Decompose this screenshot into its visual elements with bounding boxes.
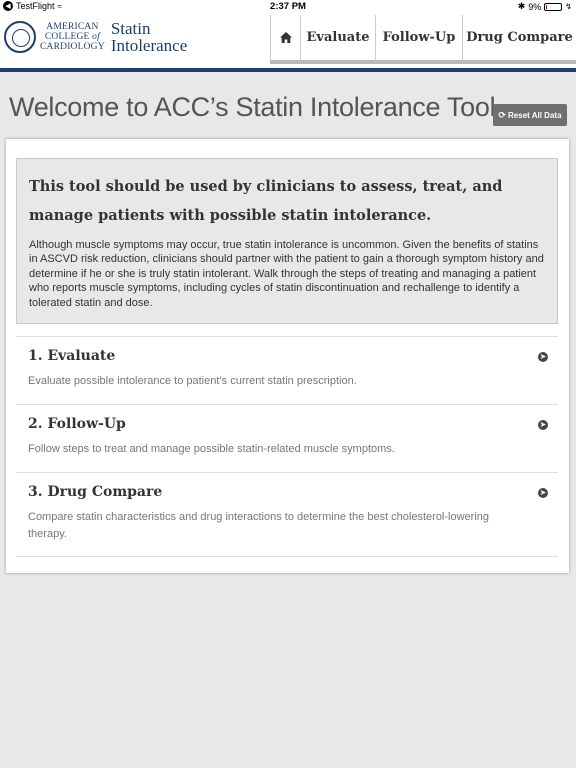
charging-icon: ↯ xyxy=(565,2,572,11)
step-description: Evaluate possible intolerance to patient… xyxy=(28,375,357,387)
acc-seal-icon xyxy=(4,21,36,53)
acc-logo[interactable]: AMERICAN COLLEGE of CARDIOLOGY Statin In… xyxy=(4,20,187,54)
step-title: 2. Follow-Up xyxy=(28,416,126,432)
app-brand: Statin Intolerance xyxy=(111,20,187,54)
step-evaluate[interactable]: 1. Evaluate Evaluate possible intoleranc… xyxy=(16,336,558,404)
status-right: ✱ 9% ↯ xyxy=(518,1,572,12)
arrow-right-icon: ➤ xyxy=(538,488,548,498)
header-divider xyxy=(0,68,576,72)
acc-line-1: AMERICAN xyxy=(46,22,99,32)
step-follow-up[interactable]: 2. Follow-Up Follow steps to treat and m… xyxy=(16,404,558,472)
battery-icon xyxy=(544,2,563,11)
content-card: This tool should be used by clinicians t… xyxy=(6,139,569,573)
intro-box: This tool should be used by clinicians t… xyxy=(16,158,558,324)
reset-label: Reset All Data xyxy=(508,110,562,120)
acc-line-2: COLLEGE of xyxy=(40,32,105,42)
status-time: 2:37 PM xyxy=(270,1,306,12)
status-bar: ◀ TestFlight ≈ 2:37 PM ✱ 9% ↯ xyxy=(0,0,576,15)
step-drug-compare[interactable]: 3. Drug Compare Compare statin character… xyxy=(16,472,558,557)
arrow-right-icon: ➤ xyxy=(538,420,548,430)
intro-body: Although muscle symptoms may occur, true… xyxy=(29,239,544,309)
home-icon xyxy=(279,32,292,43)
acc-line-3: CARDIOLOGY xyxy=(40,42,105,52)
nav-drug-compare[interactable]: Drug Compare xyxy=(462,15,576,64)
step-title: 1. Evaluate xyxy=(28,348,116,364)
acc-line-2b: of xyxy=(92,32,100,42)
step-description: Compare statin characteristics and drug … xyxy=(28,511,490,540)
main-nav: Evaluate Follow-Up Drug Compare xyxy=(270,15,576,68)
battery-percent: 9% xyxy=(528,1,542,12)
nav-home[interactable] xyxy=(270,15,300,64)
nav-follow-up[interactable]: Follow-Up xyxy=(375,15,462,64)
step-title: 3. Drug Compare xyxy=(28,484,163,500)
step-description: Follow steps to treat and manage possibl… xyxy=(28,443,395,455)
acc-wordmark: AMERICAN COLLEGE of CARDIOLOGY xyxy=(40,22,105,52)
refresh-icon: ⟳ xyxy=(498,109,507,120)
acc-line-2a: COLLEGE xyxy=(44,32,90,42)
bluetooth-icon: ✱ xyxy=(517,1,526,11)
battery-fill xyxy=(546,4,548,9)
nav-evaluate[interactable]: Evaluate xyxy=(300,15,375,64)
page-title: Welcome to ACC’s Statin Intolerance Tool xyxy=(9,92,496,122)
reset-all-data-button[interactable]: ⟳ Reset All Data xyxy=(493,104,567,126)
intro-heading: This tool should be used by clinicians t… xyxy=(29,178,503,224)
brand-line-2: Intolerance xyxy=(110,36,188,55)
brand-line-1: Statin xyxy=(110,19,151,38)
arrow-right-icon: ➤ xyxy=(538,352,548,362)
